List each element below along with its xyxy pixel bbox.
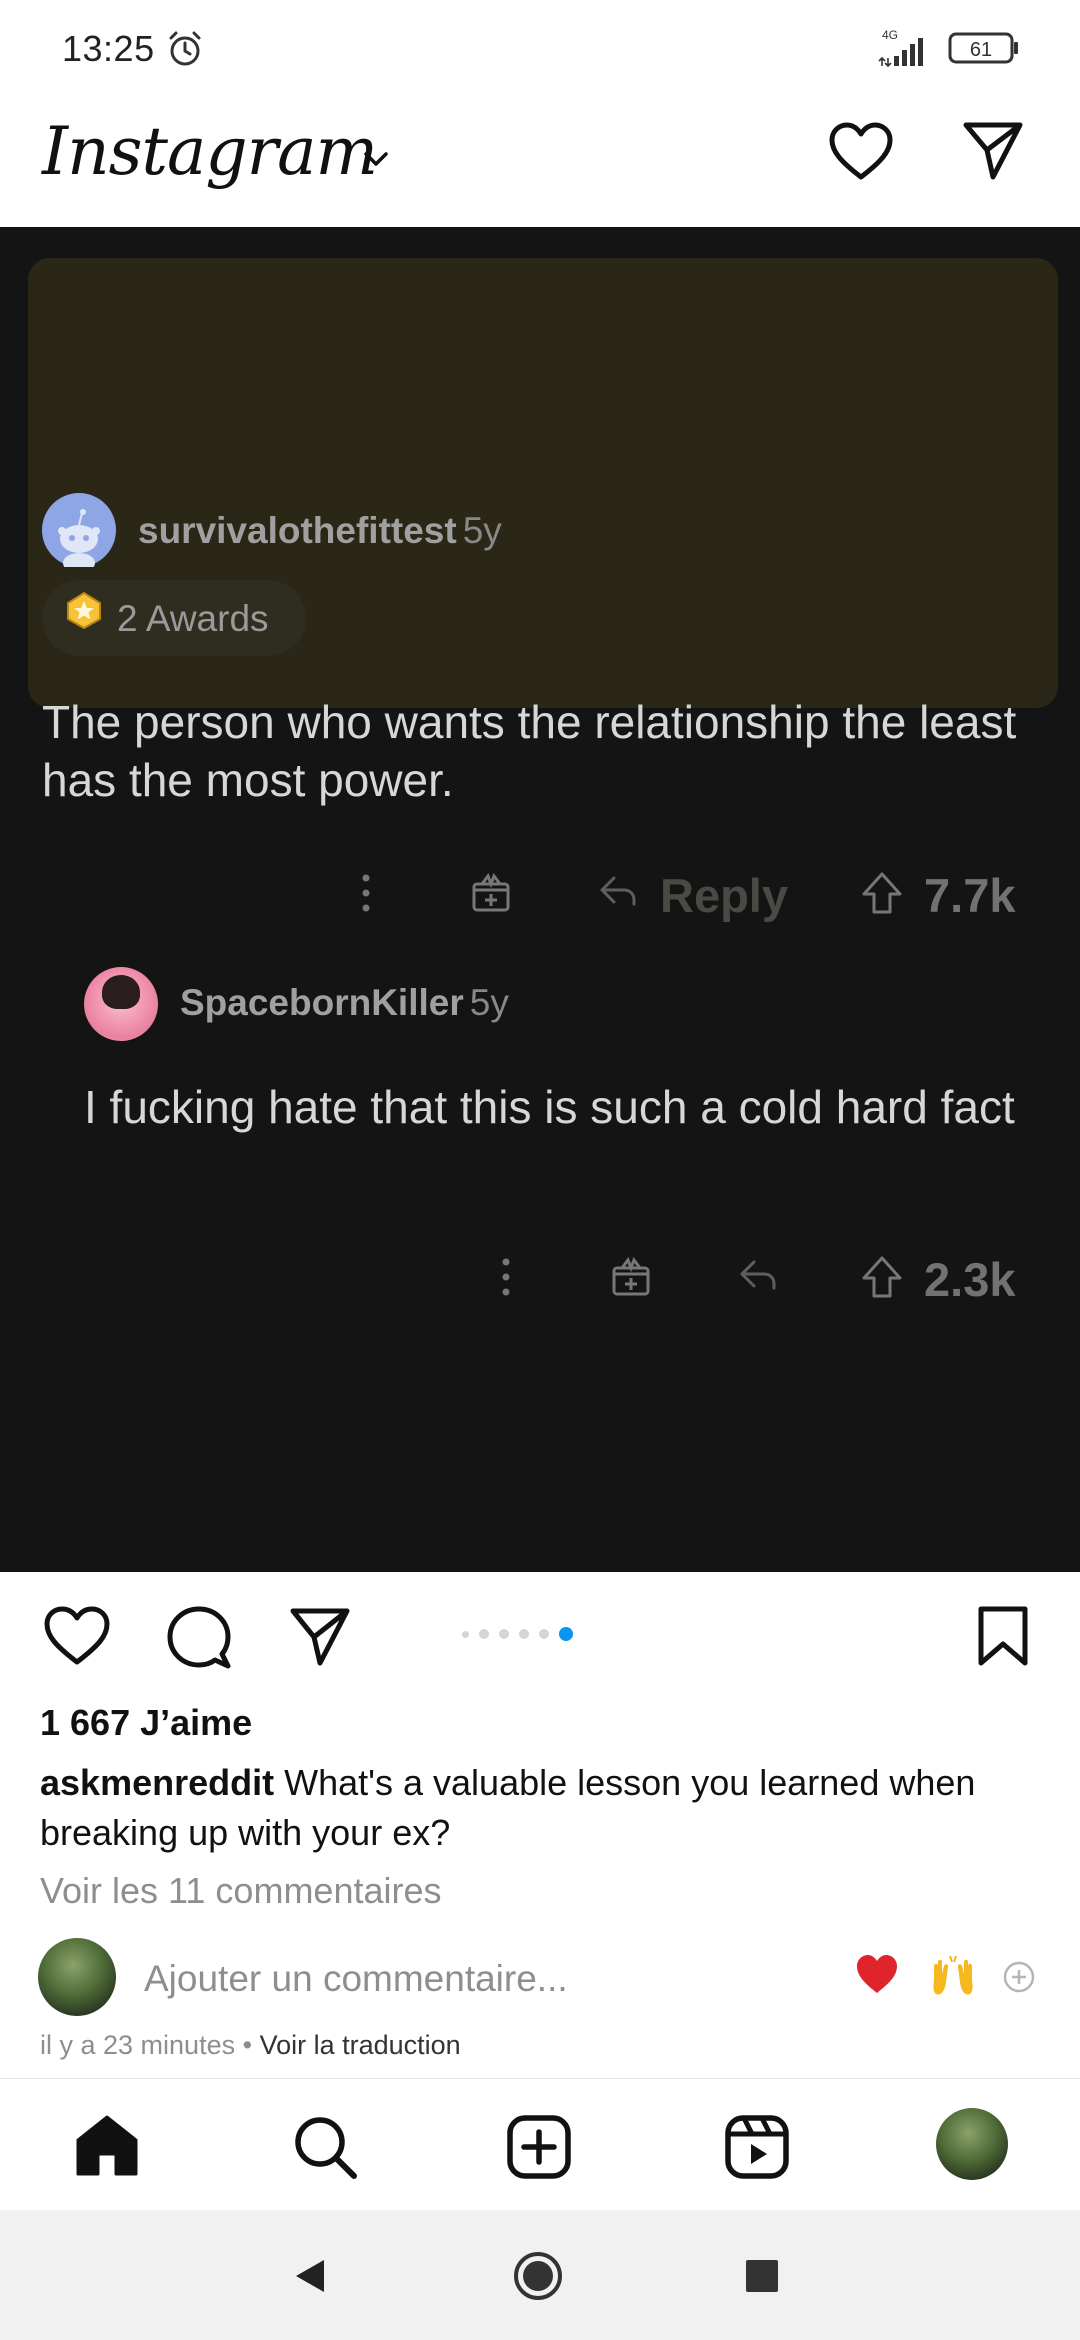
- red-heart-emoji-icon[interactable]: [854, 1952, 900, 1998]
- comment-username: SpacebornKiller 5y: [180, 982, 509, 1024]
- post-caption: askmenreddit What's a valuable lesson yo…: [40, 1758, 1050, 1858]
- bookmark-icon[interactable]: [976, 1604, 1030, 1668]
- upvote-icon: [860, 1254, 904, 1300]
- carousel-dot: [499, 1629, 509, 1639]
- vote-count: 2.3k: [924, 1253, 1016, 1306]
- more-options-icon: [496, 1256, 516, 1298]
- avatar: [38, 1938, 116, 2016]
- create-icon[interactable]: [506, 2114, 572, 2180]
- upvote-icon: [860, 870, 904, 916]
- comment-icon[interactable]: [166, 1604, 232, 1670]
- comment-text: I fucking hate that this is such a cold …: [84, 1081, 1015, 1133]
- app-header: Instagram: [0, 95, 1080, 227]
- avatar: [84, 967, 158, 1041]
- instagram-logo[interactable]: Instagram: [42, 113, 378, 190]
- carousel-dot: [462, 1630, 469, 1638]
- carousel-dot-active: [559, 1627, 573, 1641]
- carousel-dot: [519, 1629, 529, 1639]
- view-comments-link[interactable]: Voir les 11 commentaires: [40, 1870, 442, 1912]
- add-comment-input[interactable]: Ajouter un commentaire...: [144, 1958, 568, 2000]
- status-time: 13:25: [62, 28, 155, 69]
- award-icon: [67, 591, 101, 630]
- vote-count: 7.7k: [924, 869, 1016, 922]
- awards-label: 2 Awards: [117, 598, 269, 639]
- username-text: survivalothefittest: [138, 510, 457, 551]
- reply-label: Reply: [660, 869, 788, 922]
- status-bar: 13:25 4G 61: [0, 0, 1080, 95]
- comment-username: survivalothefittest 5y: [138, 510, 502, 552]
- gift-icon: [610, 1256, 652, 1298]
- battery-icon: 61: [948, 32, 1020, 64]
- comment-age: 5y: [469, 982, 509, 1023]
- caption-username[interactable]: askmenreddit: [40, 1762, 274, 1803]
- like-icon[interactable]: [42, 1604, 112, 1668]
- alarm-icon: [169, 31, 201, 66]
- reply-icon: [736, 1256, 778, 1296]
- recents-icon[interactable]: [744, 2258, 780, 2294]
- more-options-icon: [356, 872, 376, 914]
- add-emoji-icon[interactable]: [1002, 1960, 1036, 1994]
- home-circle-icon[interactable]: [512, 2250, 564, 2302]
- profile-avatar[interactable]: [936, 2108, 1008, 2180]
- direct-message-icon[interactable]: [960, 117, 1026, 183]
- chevron-down-icon[interactable]: [360, 143, 392, 175]
- gift-icon: [470, 872, 512, 914]
- comment-age: 5y: [462, 510, 502, 551]
- search-icon[interactable]: [292, 2114, 358, 2180]
- back-icon[interactable]: [292, 2256, 328, 2296]
- username-text: SpacebornKiller: [180, 982, 464, 1023]
- share-icon[interactable]: [288, 1604, 352, 1668]
- home-icon[interactable]: [74, 2114, 140, 2178]
- translate-link[interactable]: Voir la traduction: [260, 2030, 461, 2060]
- post-meta: il y a 23 minutes • Voir la traduction: [40, 2030, 461, 2061]
- carousel-dot: [479, 1629, 489, 1639]
- battery-level: 61: [970, 39, 992, 61]
- carousel-indicator: [462, 1624, 573, 1644]
- avatar: [42, 493, 116, 573]
- reply-icon: [596, 872, 638, 912]
- heart-icon[interactable]: [826, 117, 896, 187]
- reddit-snoo-icon: [58, 509, 100, 573]
- comment-text: The person who wants the relationship th…: [42, 696, 1017, 806]
- likes-count[interactable]: 1 667 J’aime: [40, 1702, 252, 1744]
- carousel-dot: [539, 1629, 549, 1639]
- reels-icon[interactable]: [724, 2114, 790, 2180]
- post-time: il y a 23 minutes: [40, 2030, 236, 2060]
- network-label: 4G: [882, 28, 898, 42]
- raised-hands-emoji-icon[interactable]: [928, 1952, 978, 2002]
- signal-icon: 4G: [878, 28, 923, 68]
- meta-separator: •: [242, 2030, 253, 2060]
